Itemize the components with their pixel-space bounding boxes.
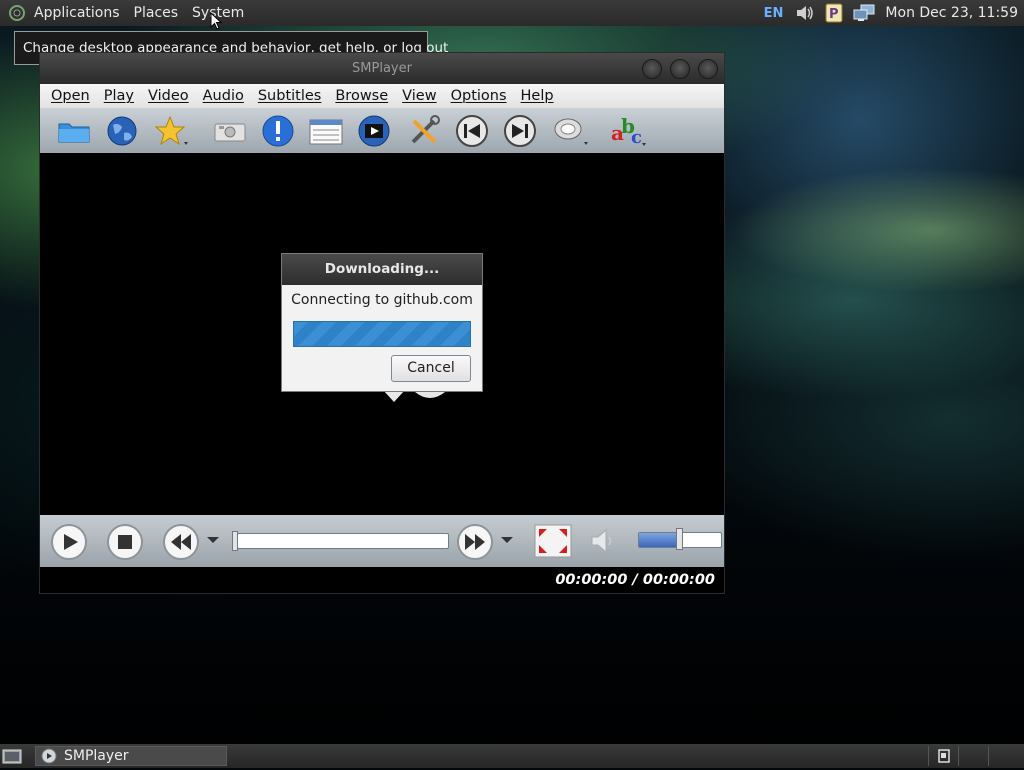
window-titlebar[interactable]: SMPlayer xyxy=(40,53,724,84)
smplayer-app-icon xyxy=(41,748,57,764)
rewind-button[interactable] xyxy=(162,523,200,561)
seek-handle[interactable] xyxy=(232,531,238,551)
dialog-message: Connecting to github.com xyxy=(291,292,473,308)
maximize-button[interactable] xyxy=(670,59,690,79)
mouse-cursor-icon xyxy=(210,12,222,30)
screenshot-icon[interactable] xyxy=(212,113,248,149)
fast-forward-button[interactable] xyxy=(456,523,494,561)
time-display-bar: 00:00:00 / 00:00:00 xyxy=(40,567,724,593)
menu-browse[interactable]: Browse xyxy=(335,88,388,104)
distro-logo-icon[interactable] xyxy=(8,4,26,22)
pidgin-icon[interactable]: P xyxy=(825,3,843,23)
mute-speaker-icon[interactable] xyxy=(588,525,620,557)
show-desktop-icon[interactable] xyxy=(0,746,26,766)
menu-video[interactable]: Video xyxy=(148,88,189,104)
minimize-button[interactable] xyxy=(642,59,662,79)
cancel-button[interactable]: Cancel xyxy=(391,355,471,382)
dialog-title[interactable]: Downloading... xyxy=(282,254,482,285)
menubar: Open Play Video Audio Subtitles Browse V… xyxy=(40,84,724,108)
menu-open[interactable]: Open xyxy=(51,88,90,104)
taskbar-item-label: SMPlayer xyxy=(64,748,129,764)
globe-icon[interactable] xyxy=(104,113,140,149)
workspace-1[interactable] xyxy=(928,746,958,766)
play-button[interactable] xyxy=(50,523,88,561)
workspace-window-icon xyxy=(938,749,950,763)
menu-applications[interactable]: Applications xyxy=(34,5,120,21)
subtitles-abc-icon[interactable]: a b c xyxy=(610,113,646,149)
toolbar: a b c xyxy=(40,108,724,153)
taskbar-item-smplayer[interactable]: SMPlayer xyxy=(35,746,227,766)
download-progress-fill xyxy=(294,322,470,346)
fullscreen-button[interactable] xyxy=(534,524,572,558)
downloading-dialog: Downloading... Connecting to github.com … xyxy=(281,253,483,392)
network-icon[interactable] xyxy=(853,4,875,22)
top-panel: Applications Places System EN P Mon Dec … xyxy=(0,0,1024,26)
svg-text:P: P xyxy=(829,7,839,22)
seek-slider[interactable] xyxy=(232,531,449,551)
volume-handle[interactable] xyxy=(676,528,683,550)
keyboard-layout-indicator[interactable]: EN xyxy=(764,6,784,21)
time-display: 00:00:00 / 00:00:00 xyxy=(555,572,715,588)
close-button[interactable] xyxy=(698,59,718,79)
video-equalizer-icon[interactable] xyxy=(356,113,392,149)
svg-text:c: c xyxy=(631,127,642,148)
next-icon[interactable] xyxy=(502,113,538,149)
folder-icon[interactable] xyxy=(56,113,92,149)
menu-subtitles[interactable]: Subtitles xyxy=(258,88,322,104)
playlist-icon[interactable] xyxy=(308,113,344,149)
download-progress-bar xyxy=(293,321,471,347)
menu-audio[interactable]: Audio xyxy=(203,88,244,104)
control-bar xyxy=(40,515,724,567)
forward-dropdown-icon[interactable] xyxy=(500,535,514,545)
menu-play[interactable]: Play xyxy=(104,88,134,104)
clock[interactable]: Mon Dec 23, 11:59 xyxy=(885,5,1018,21)
workspace-2[interactable] xyxy=(958,746,988,766)
audio-track-icon[interactable] xyxy=(552,113,588,149)
info-icon[interactable] xyxy=(260,113,296,149)
volume-icon[interactable] xyxy=(795,4,815,22)
workspace-3[interactable] xyxy=(988,746,1018,766)
rewind-dropdown-icon[interactable] xyxy=(206,535,220,545)
preferences-tools-icon[interactable] xyxy=(406,113,442,149)
previous-icon[interactable] xyxy=(454,113,490,149)
star-favorites-icon[interactable] xyxy=(152,113,188,149)
volume-level-fill xyxy=(639,533,680,547)
stop-button[interactable] xyxy=(106,523,144,561)
menu-help[interactable]: Help xyxy=(521,88,554,104)
menu-view[interactable]: View xyxy=(402,88,436,104)
menu-options[interactable]: Options xyxy=(451,88,507,104)
menu-places[interactable]: Places xyxy=(134,5,179,21)
window-title: SMPlayer xyxy=(352,61,412,76)
bottom-panel: SMPlayer xyxy=(0,744,1024,768)
